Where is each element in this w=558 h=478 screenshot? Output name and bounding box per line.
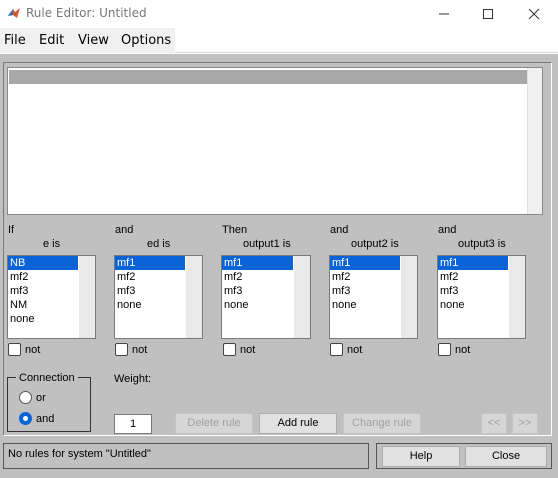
list-item[interactable]: mf3 bbox=[330, 284, 394, 298]
matlab-icon bbox=[8, 8, 20, 18]
not-label-ed: not bbox=[132, 344, 148, 356]
col4-prefix: and bbox=[330, 224, 349, 236]
list-item[interactable]: none bbox=[438, 298, 502, 312]
list-item[interactable]: mf3 bbox=[8, 284, 72, 298]
menu-view[interactable]: View bbox=[78, 33, 109, 48]
connection-title: Connection bbox=[16, 372, 78, 384]
list-item[interactable]: mf3 bbox=[438, 284, 502, 298]
col1-prefix: If bbox=[8, 224, 15, 236]
not-label-output1: not bbox=[240, 344, 256, 356]
list-item[interactable]: mf1 bbox=[438, 256, 508, 270]
col5-name: output3 is bbox=[458, 238, 506, 250]
close-icon bbox=[528, 8, 540, 19]
list-item[interactable]: mf1 bbox=[222, 256, 293, 270]
not-checkbox-output1[interactable] bbox=[223, 343, 236, 356]
list-item[interactable]: none bbox=[115, 298, 179, 312]
not-label-output3: not bbox=[455, 344, 471, 356]
list-item[interactable]: mf3 bbox=[115, 284, 179, 298]
window-title: Rule Editor: Untitled bbox=[26, 6, 147, 20]
list-item[interactable]: mf3 bbox=[222, 284, 286, 298]
title-bar: Rule Editor: Untitled bbox=[0, 0, 558, 27]
menu-file[interactable]: File bbox=[4, 33, 26, 48]
weight-label: Weight: bbox=[114, 373, 152, 385]
weight-input[interactable]: 1 bbox=[114, 414, 152, 434]
col1-name: e is bbox=[43, 238, 61, 250]
not-checkbox-e[interactable] bbox=[8, 343, 21, 356]
list-item[interactable]: mf2 bbox=[330, 270, 394, 284]
close-button[interactable]: Close bbox=[465, 446, 547, 467]
listbox-scrollbar[interactable] bbox=[401, 256, 417, 338]
list-item[interactable]: mf2 bbox=[222, 270, 286, 284]
listbox-output1[interactable]: mf1 mf2 mf3 none bbox=[221, 255, 311, 339]
status-text: No rules for system "Untitled" bbox=[8, 448, 151, 460]
add-rule-button[interactable]: Add rule bbox=[259, 413, 337, 434]
not-checkbox-ed[interactable] bbox=[115, 343, 128, 356]
listbox-scrollbar[interactable] bbox=[294, 256, 310, 338]
listbox-output3[interactable]: mf1 mf2 mf3 none bbox=[437, 255, 526, 339]
radio-or-label: or bbox=[36, 392, 46, 404]
not-label-output2: not bbox=[347, 344, 363, 356]
not-checkbox-output3[interactable] bbox=[438, 343, 451, 356]
status-bar: No rules for system "Untitled" bbox=[3, 443, 369, 469]
radio-and-label: and bbox=[36, 413, 55, 425]
maximize-icon bbox=[483, 8, 493, 19]
list-item[interactable]: NB bbox=[8, 256, 78, 270]
list-item[interactable]: none bbox=[8, 312, 72, 326]
list-item[interactable]: none bbox=[330, 298, 394, 312]
listbox-scrollbar[interactable] bbox=[509, 256, 525, 338]
not-checkbox-output2[interactable] bbox=[330, 343, 343, 356]
close-window-button[interactable] bbox=[511, 0, 557, 27]
change-rule-button[interactable]: Change rule bbox=[343, 413, 421, 434]
listbox-e[interactable]: NB mf2 mf3 NM none bbox=[7, 255, 96, 339]
list-item[interactable]: mf1 bbox=[115, 256, 185, 270]
maximize-button[interactable] bbox=[465, 0, 511, 27]
col2-name: ed is bbox=[147, 238, 171, 250]
listbox-output2[interactable]: mf1 mf2 mf3 none bbox=[329, 255, 418, 339]
col3-prefix: Then bbox=[222, 224, 248, 236]
list-item[interactable]: mf2 bbox=[8, 270, 72, 284]
listbox-ed[interactable]: mf1 mf2 mf3 none bbox=[114, 255, 203, 339]
menu-edit[interactable]: Edit bbox=[39, 33, 64, 48]
delete-rule-button[interactable]: Delete rule bbox=[175, 413, 253, 434]
not-label-e: not bbox=[25, 344, 41, 356]
menu-options[interactable]: Options bbox=[121, 33, 171, 48]
radio-or[interactable] bbox=[19, 391, 32, 404]
listbox-scrollbar[interactable] bbox=[186, 256, 202, 338]
list-item[interactable]: mf1 bbox=[330, 256, 400, 270]
list-item[interactable]: NM bbox=[8, 298, 72, 312]
minimize-icon bbox=[439, 13, 449, 14]
help-button[interactable]: Help bbox=[382, 446, 460, 467]
minimize-button[interactable] bbox=[421, 0, 467, 27]
listbox-scrollbar[interactable] bbox=[79, 256, 95, 338]
col4-name: output2 is bbox=[351, 238, 399, 250]
prev-button[interactable]: << bbox=[481, 413, 507, 434]
col2-prefix: and bbox=[115, 224, 134, 236]
list-item[interactable]: mf2 bbox=[115, 270, 179, 284]
rules-list[interactable] bbox=[7, 67, 543, 215]
list-item[interactable]: none bbox=[222, 298, 286, 312]
rules-list-scrollbar[interactable] bbox=[527, 68, 542, 214]
col3-name: output1 is bbox=[243, 238, 291, 250]
list-item[interactable]: mf2 bbox=[438, 270, 502, 284]
col5-prefix: and bbox=[438, 224, 457, 236]
rules-list-selection bbox=[9, 70, 527, 84]
next-button[interactable]: >> bbox=[512, 413, 538, 434]
radio-and[interactable] bbox=[19, 412, 32, 425]
